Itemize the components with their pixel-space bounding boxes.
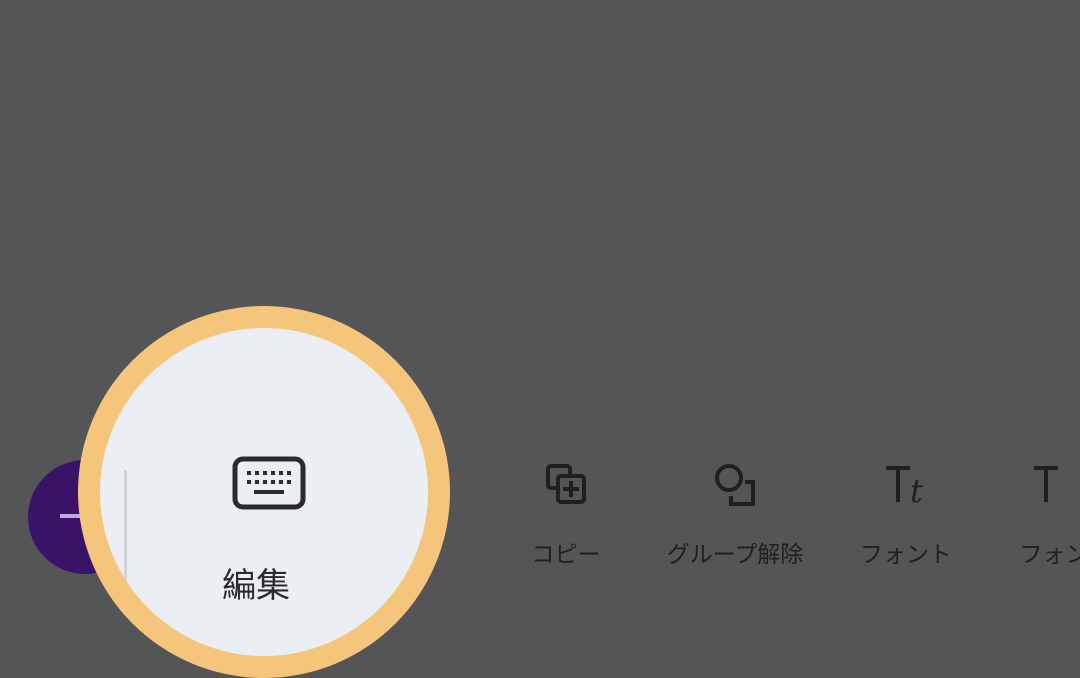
font-size-button[interactable]: フォン (1000, 460, 1080, 569)
ungroup-icon (711, 460, 759, 508)
ungroup-button[interactable]: グループ解除 (656, 460, 814, 569)
font-size-icon (1030, 460, 1078, 508)
copy-icon (542, 460, 590, 508)
font-label: フォント (860, 535, 952, 569)
edit-label: 編集 (222, 558, 290, 607)
svg-text:t: t (910, 472, 923, 508)
keyboard-icon (232, 456, 306, 512)
copy-button[interactable]: コピー (520, 460, 612, 569)
font-size-label: フォン (1020, 535, 1080, 569)
copy-label: コピー (532, 535, 601, 569)
spotlight-highlight: 編集 (78, 306, 450, 678)
ungroup-label: グループ解除 (667, 535, 804, 569)
font-icon: t (882, 460, 930, 508)
divider (124, 470, 127, 630)
font-button[interactable]: t フォント (852, 460, 960, 569)
